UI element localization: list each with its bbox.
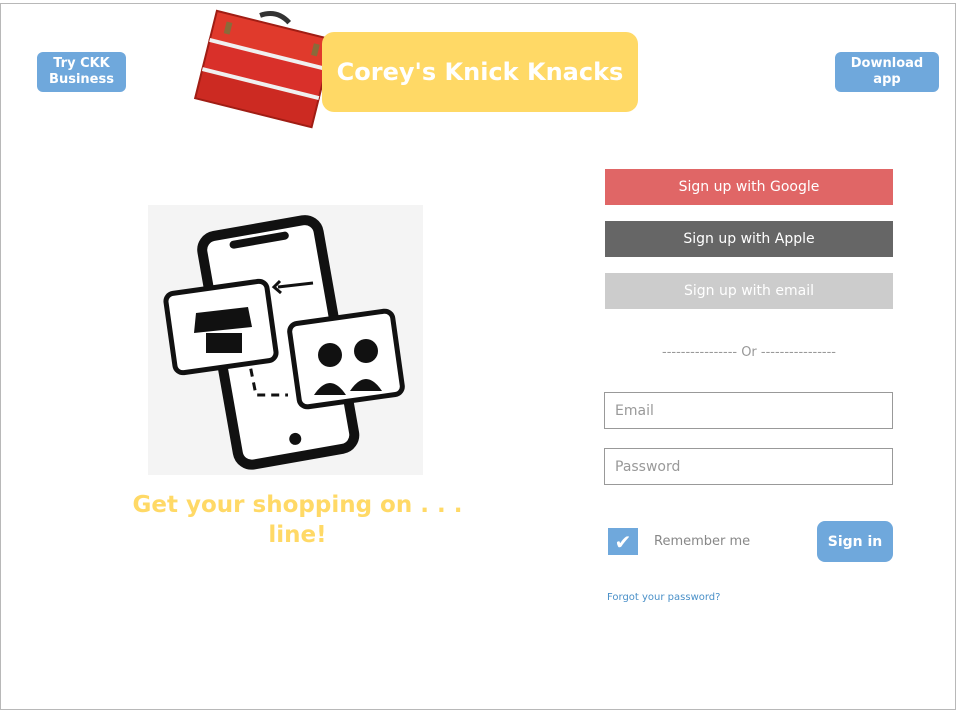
download-app-button[interactable]: Download app — [835, 52, 939, 92]
toolbox-icon — [193, 9, 335, 129]
signup-google-button[interactable]: Sign up with Google — [605, 169, 893, 205]
remember-me-checkbox[interactable]: ✔ — [608, 528, 638, 555]
sign-in-button[interactable]: Sign in — [817, 521, 893, 562]
remember-me-label: Remember me — [654, 534, 751, 549]
or-divider: ---------------- Or ---------------- — [662, 345, 836, 360]
shopping-phone-illustration — [148, 205, 423, 475]
brand-title: Corey's Knick Knacks — [322, 32, 638, 112]
password-field[interactable] — [604, 448, 893, 485]
checkmark-icon: ✔ — [614, 529, 632, 554]
signup-apple-button[interactable]: Sign up with Apple — [605, 221, 893, 257]
try-ckk-business-button[interactable]: Try CKK Business — [37, 52, 126, 92]
forgot-password-link[interactable]: Forgot your password? — [607, 592, 720, 603]
signup-email-button[interactable]: Sign up with email — [605, 273, 893, 309]
email-field[interactable] — [604, 392, 893, 429]
hero-tagline: Get your shopping on . . . line! — [132, 492, 463, 548]
